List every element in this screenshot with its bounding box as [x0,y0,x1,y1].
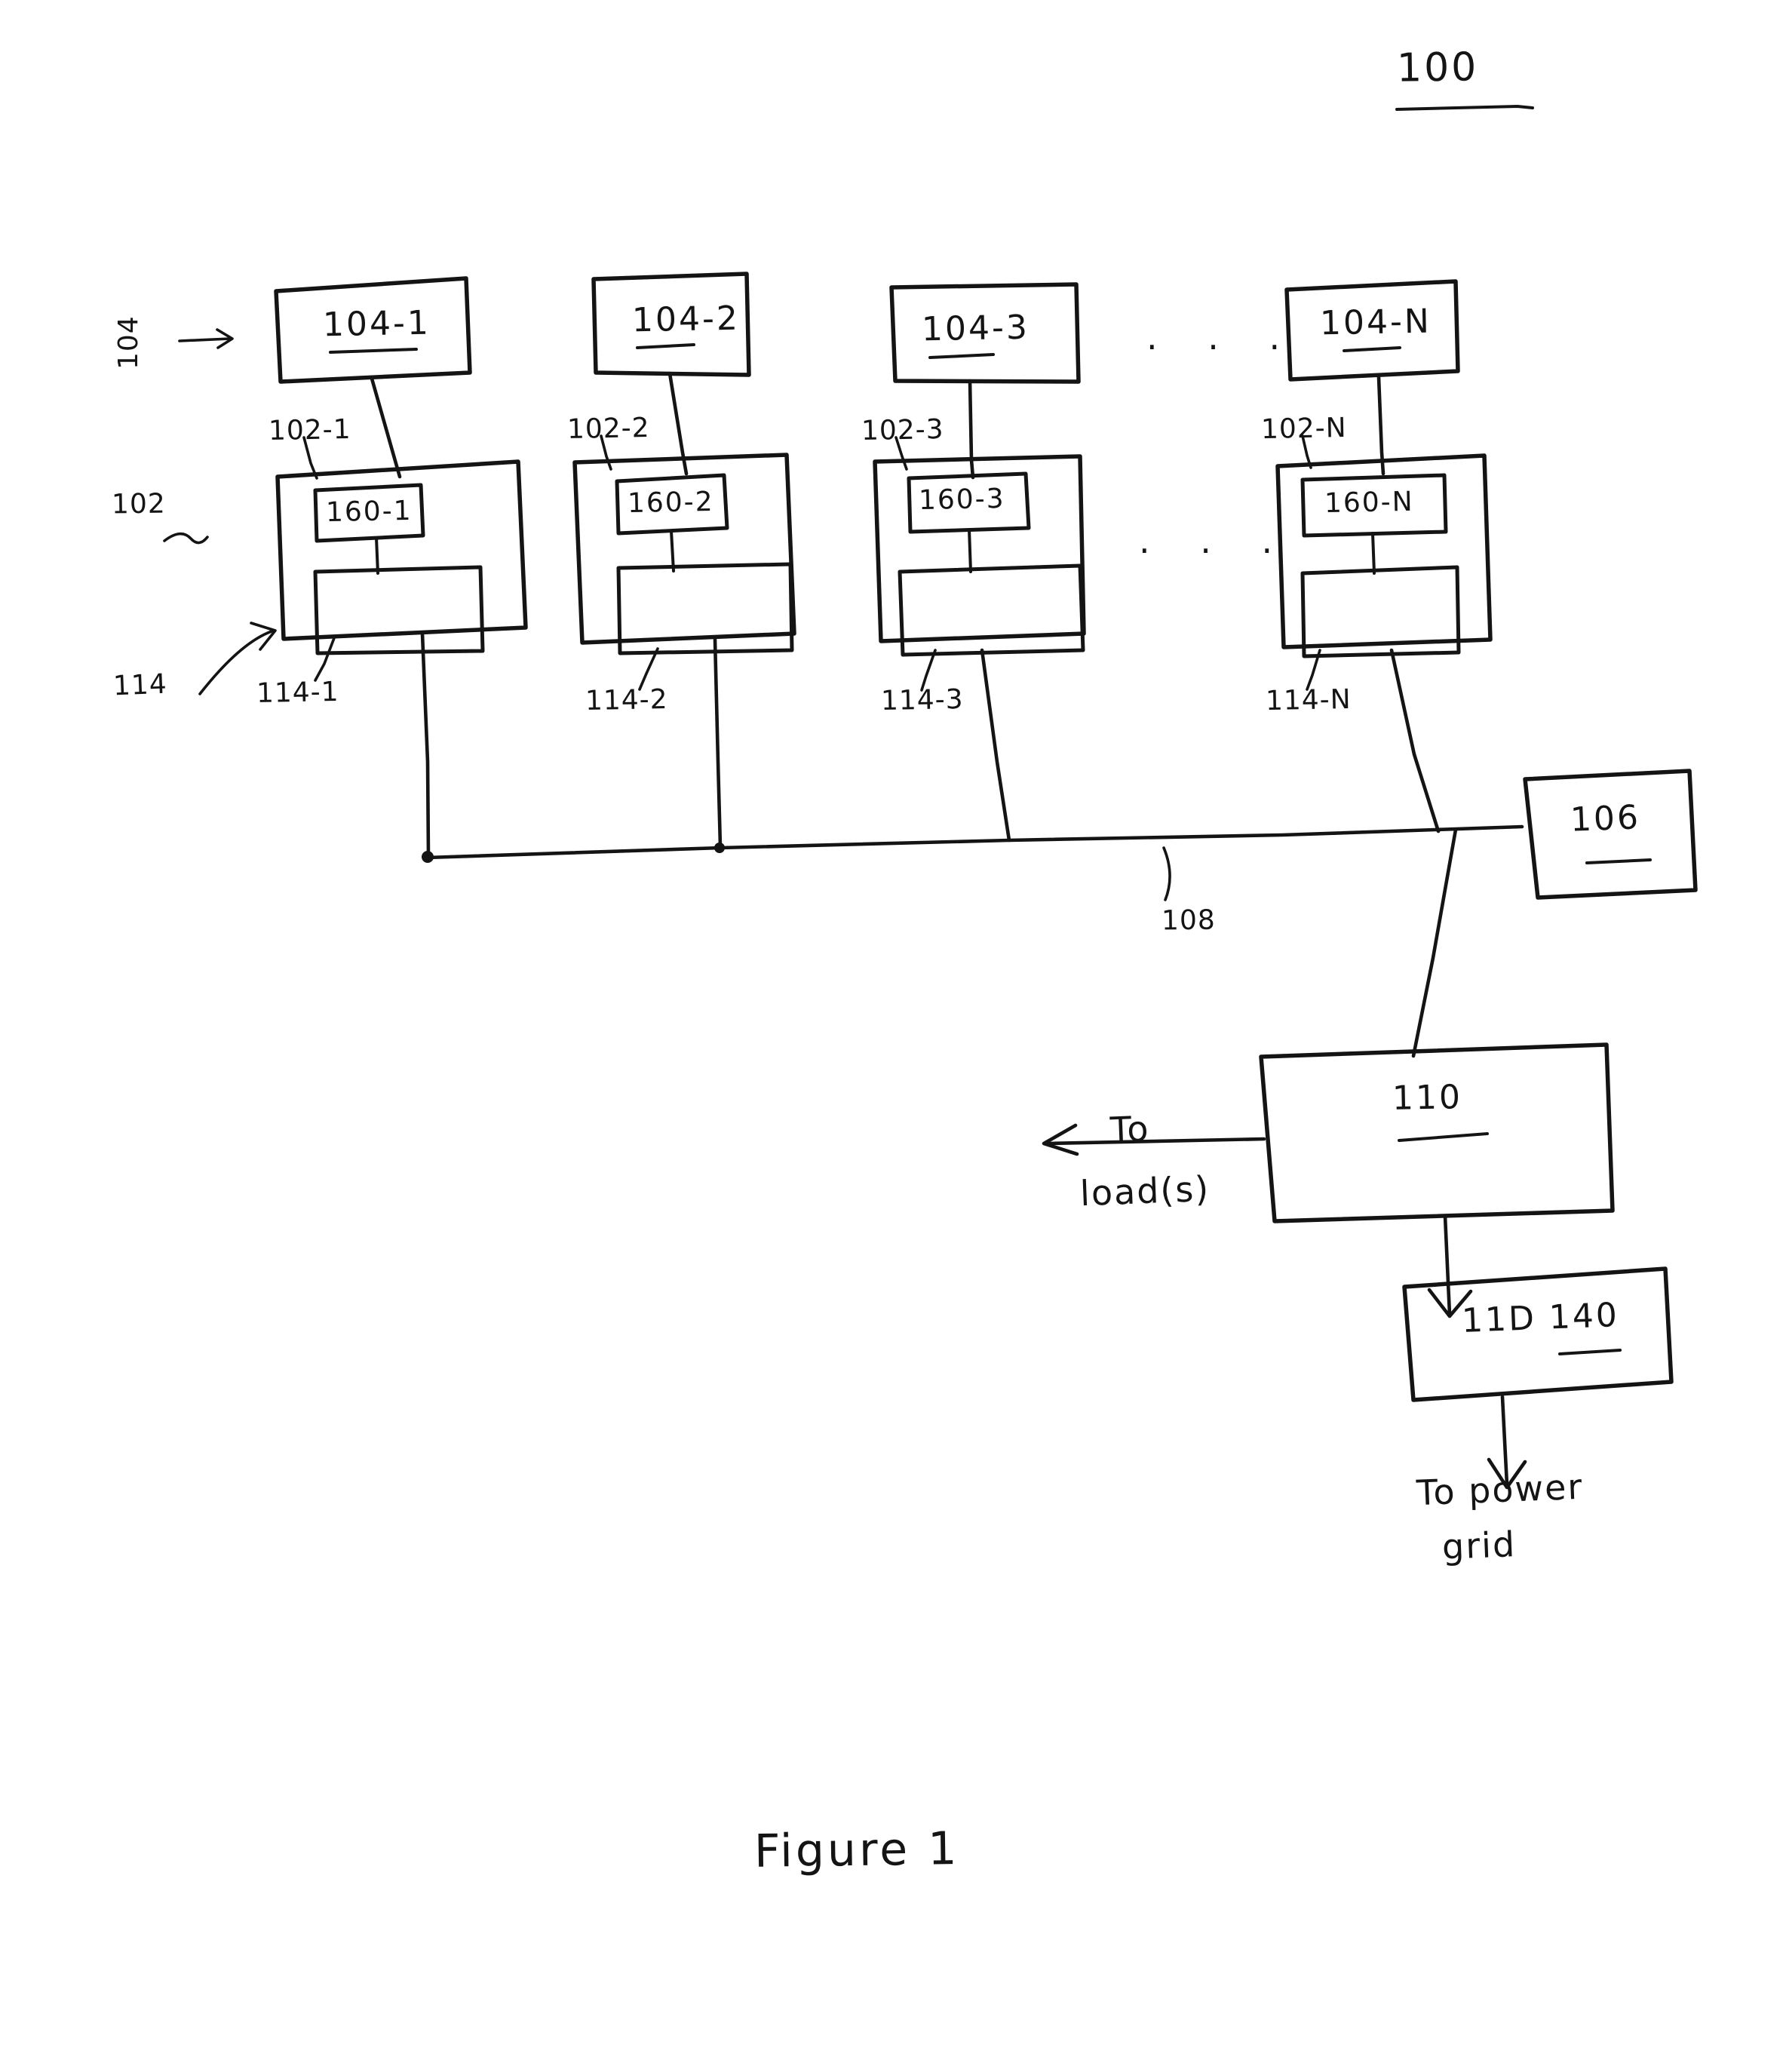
inner-label-160-1: 160-1 [325,495,413,529]
label-104-1-underline [329,348,418,354]
box-label-104-1: 104-1 [322,303,431,345]
wire-110-to-140 [1443,1214,1452,1316]
box-label-106: 106 [1570,798,1641,840]
label-106-underline [1585,858,1652,864]
group-arrow-102 [163,532,209,545]
label-104-2-underline [636,343,695,349]
power-bus-108 [425,824,1524,860]
connector-160-1-to-114-1 [375,536,379,575]
figure-canvas: 100 104 102 114 104-1 104-2 104-3 104-N … [0,0,1786,2072]
group-label-104: 104 [113,315,144,370]
ref-label-114-N: 114-N [1265,683,1352,717]
to-grid-note-line2: grid [1441,1524,1517,1567]
ref-label-102-3: 102-3 [861,413,944,447]
box-label-110: 110 [1392,1078,1463,1118]
box-102-2-outline [572,453,796,645]
ref-label-102-1: 102-1 [268,413,351,447]
top-row-ellipsis: . . . [1146,317,1300,358]
inner-label-160-3: 160-3 [918,483,1005,517]
label-104-N-underline [1343,346,1401,352]
group-label-114: 114 [112,668,168,702]
ref-label-114-2: 114-2 [585,683,668,717]
box-label-104-N: 104-N [1319,302,1432,343]
arrow-to-loads-shaft [1045,1137,1266,1146]
drop-wire-102-3-to-bus [980,648,1011,843]
connector-160-3-to-114-3 [968,528,972,573]
unit-row-ellipsis: . . . [1139,520,1293,561]
box-label-140: 11D 140 [1461,1296,1620,1340]
box-label-104-2: 104-2 [631,299,741,340]
leader-114-2 [638,647,659,691]
ref-label-114-1: 114-1 [256,676,339,710]
bus-junction-1 [422,851,434,863]
group-label-102: 102 [111,488,167,520]
label-104-3-underline [928,353,995,359]
drop-wire-102-N-to-bus [1389,648,1441,833]
bus-junction-2 [714,843,725,853]
to-grid-note-line1: To power [1416,1466,1585,1514]
sketch-layer [163,105,1698,1490]
wire-bus-to-110 [1411,827,1458,1058]
arrow-to-loads-head [1042,1123,1079,1156]
drop-wire-102-1-to-bus [420,631,431,858]
box-110-outline [1259,1042,1615,1223]
to-loads-note-line2: load(s) [1079,1168,1211,1214]
box-114-1-outline [313,565,485,655]
leader-108 [1162,846,1171,901]
label-110-underline [1398,1132,1489,1142]
connector-104-3-to-102-3 [968,379,975,480]
label-140-underline [1558,1349,1622,1355]
group-arrow-104 [178,337,232,342]
inner-label-160-2: 160-2 [627,486,714,520]
ref-label-102-N: 102-N [1260,412,1348,446]
figure-caption: Figure 1 [753,1822,960,1878]
connector-104-1-to-102-1 [370,376,402,479]
system-number-100: 100 [1396,45,1479,91]
connector-160-N-to-114-N [1371,532,1376,575]
box-label-104-3: 104-3 [921,308,1030,349]
drop-wire-102-2-to-bus [713,637,723,849]
ref-label-114-3: 114-3 [880,683,964,717]
to-loads-note-line1: To [1109,1108,1151,1150]
system-number-underline [1395,105,1534,111]
bus-label-108: 108 [1161,904,1217,937]
ref-label-102-2: 102-2 [566,412,650,446]
inner-label-160-N: 160-N [1324,486,1415,520]
